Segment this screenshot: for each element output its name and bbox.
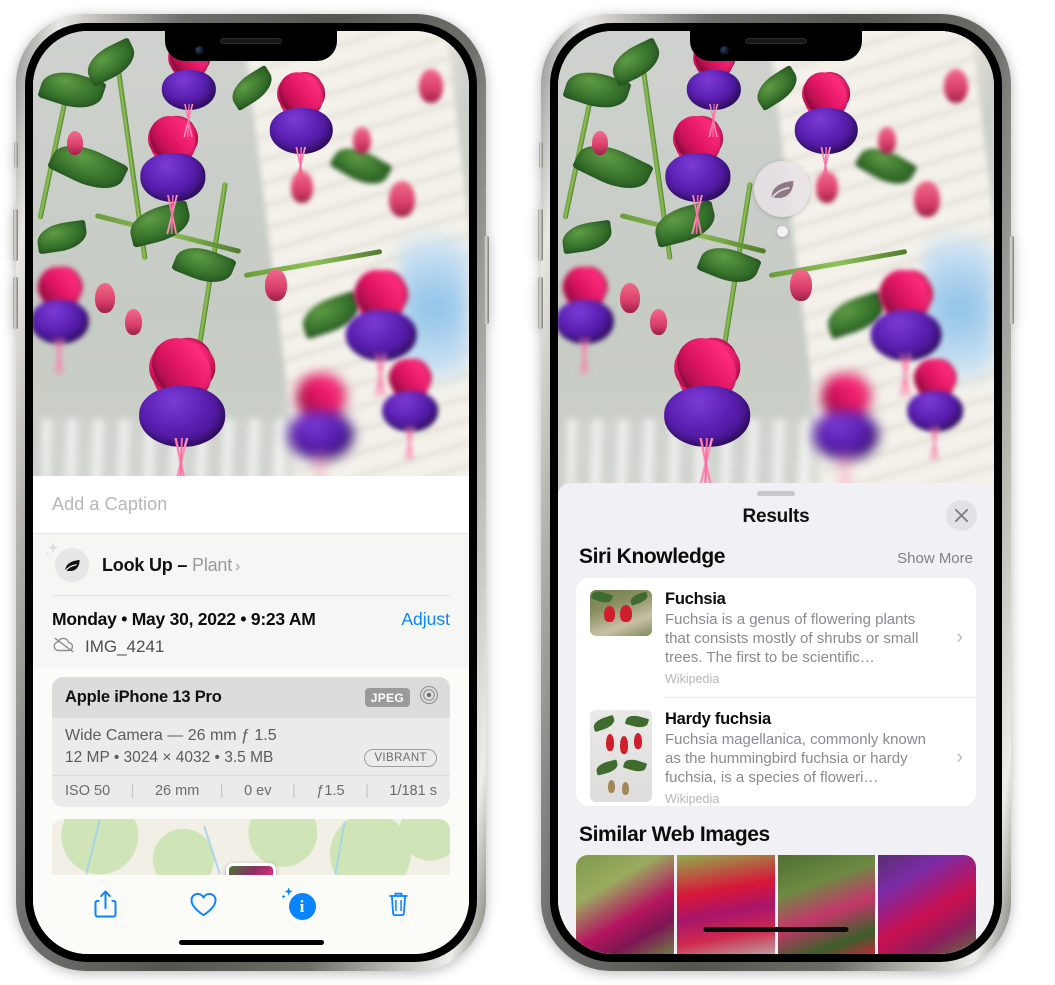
- trash-icon[interactable]: [387, 890, 410, 923]
- leaf-glyph: [771, 180, 793, 198]
- look-up-title: Look Up –: [102, 554, 193, 575]
- power-button[interactable]: [1009, 236, 1014, 324]
- screenshot-stage: Add a Caption Look Up – Plant › Monday •…: [0, 0, 1055, 985]
- show-more-button[interactable]: Show More: [897, 550, 973, 567]
- screen-right: Results Siri Knowledge Show More Fuchsia…: [558, 31, 994, 954]
- divider: |: [365, 783, 369, 799]
- knowledge-description: Fuchsia is a genus of flowering plants t…: [665, 610, 919, 666]
- exif-exposure: 0 ev: [244, 783, 272, 799]
- volume-up-button[interactable]: [538, 209, 543, 261]
- look-up-row[interactable]: Look Up – Plant ›: [33, 534, 469, 595]
- web-image-1[interactable]: [576, 854, 674, 954]
- knowledge-title: Hardy fuchsia: [665, 709, 771, 728]
- look-up-label: Look Up – Plant ›: [102, 555, 240, 576]
- list-item[interactable]: Fuchsia Fuchsia is a genus of flowering …: [576, 578, 976, 697]
- leaf-icon: [45, 542, 89, 582]
- close-icon: [954, 508, 969, 522]
- photo-metadata: Monday • May 30, 2022 • 9:23 AM Adjust I…: [33, 596, 469, 668]
- list-item[interactable]: Hardy fuchsia Fuchsia magellanica, commo…: [576, 698, 976, 806]
- web-image-4[interactable]: [878, 854, 976, 954]
- share-icon[interactable]: [93, 889, 118, 924]
- exif-body: Wide Camera — 26 mm ƒ 1.5 12 MP • 3024 ×…: [52, 718, 450, 775]
- similar-web-images-header: Similar Web Images: [558, 806, 994, 855]
- leaf-glyph: [64, 559, 80, 571]
- front-camera: [195, 46, 204, 55]
- iphone-left: Add a Caption Look Up – Plant › Monday •…: [13, 14, 489, 971]
- photo-toolbar: i: [33, 875, 469, 930]
- leaf-icon: [754, 161, 810, 217]
- exif-iso: ISO 50: [65, 783, 111, 799]
- home-indicator[interactable]: [178, 940, 324, 945]
- caption-input[interactable]: Add a Caption: [33, 476, 469, 533]
- results-header: Results: [558, 496, 994, 541]
- sparkles-icon: [280, 886, 296, 907]
- exif-settings-row: ISO 50 | 26 mm | 0 ev | ƒ1.5 | 1/181 s: [52, 775, 450, 807]
- exif-shutter: 1/181 s: [389, 783, 437, 799]
- divider: |: [219, 783, 224, 799]
- chevron-right-icon: ›: [956, 746, 963, 768]
- silent-switch[interactable]: [539, 142, 543, 168]
- format-badge: JPEG: [364, 688, 410, 707]
- knowledge-thumbnail: [590, 709, 652, 802]
- divider: |: [292, 783, 296, 799]
- web-image-3[interactable]: [777, 854, 876, 954]
- exif-specs-line: 12 MP • 3024 × 4032 • 3.5 MB: [65, 749, 274, 766]
- home-indicator[interactable]: [703, 927, 849, 932]
- exif-header: Apple iPhone 13 Pro JPEG: [52, 677, 450, 718]
- photo-filename: IMG_4241: [85, 637, 165, 656]
- map-photo-pin[interactable]: [226, 863, 276, 875]
- cloud-slash-icon: [52, 636, 76, 658]
- earpiece-speaker: [745, 38, 807, 44]
- photo-info-sheet: Add a Caption Look Up – Plant › Monday •…: [33, 476, 469, 954]
- volume-up-button[interactable]: [13, 209, 18, 261]
- visual-look-up-badge[interactable]: [754, 161, 810, 237]
- camera-device: Apple iPhone 13 Pro: [65, 688, 222, 706]
- knowledge-description: Fuchsia magellanica, commonly known as t…: [665, 730, 926, 786]
- exif-card: Apple iPhone 13 Pro JPEG Wide Camera — 2…: [52, 677, 450, 807]
- notch: [165, 31, 337, 61]
- look-up-anchor-dot: [776, 226, 788, 237]
- web-image-2[interactable]: [676, 854, 775, 954]
- device-bezel: Results Siri Knowledge Show More Fuchsia…: [550, 23, 1002, 962]
- chevron-right-icon: ›: [235, 557, 241, 575]
- caption-placeholder: Add a Caption: [52, 494, 168, 514]
- knowledge-thumbnail: [590, 589, 652, 636]
- volume-down-button[interactable]: [13, 277, 18, 329]
- front-camera: [720, 46, 729, 55]
- divider: |: [130, 783, 135, 799]
- info-icon[interactable]: i: [280, 887, 316, 920]
- results-title: Results: [742, 505, 810, 527]
- exif-lens-line: Wide Camera — 26 mm ƒ 1.5: [65, 727, 277, 744]
- section-title: Siri Knowledge: [579, 544, 726, 568]
- device-bezel: Add a Caption Look Up – Plant › Monday •…: [25, 23, 477, 962]
- adjust-button[interactable]: Adjust: [401, 609, 450, 630]
- screen-left: Add a Caption Look Up – Plant › Monday •…: [33, 31, 469, 954]
- earpiece-speaker: [220, 38, 282, 44]
- style-badge: VIBRANT: [364, 749, 437, 767]
- knowledge-title: Fuchsia: [665, 589, 726, 608]
- location-map[interactable]: [52, 819, 450, 875]
- exif-aperture: ƒ1.5: [316, 783, 345, 799]
- similar-web-images-strip[interactable]: [576, 854, 976, 954]
- notch: [690, 31, 862, 61]
- silent-switch[interactable]: [14, 142, 18, 168]
- volume-down-button[interactable]: [538, 277, 543, 329]
- iphone-right: Results Siri Knowledge Show More Fuchsia…: [538, 14, 1014, 971]
- siri-knowledge-cards: Fuchsia Fuchsia is a genus of flowering …: [576, 577, 976, 806]
- siri-knowledge-header: Siri Knowledge Show More: [558, 541, 994, 578]
- chevron-right-icon: ›: [956, 626, 963, 648]
- section-title: Similar Web Images: [579, 822, 770, 846]
- power-button[interactable]: [484, 236, 489, 324]
- exif-focal: 26 mm: [154, 783, 200, 799]
- heart-icon[interactable]: [189, 891, 218, 923]
- knowledge-source: Wikipedia: [665, 671, 720, 686]
- close-button[interactable]: [946, 499, 977, 531]
- knowledge-source: Wikipedia: [665, 792, 720, 806]
- results-sheet: Results Siri Knowledge Show More Fuchsia…: [558, 483, 994, 954]
- info-badge: i: [280, 887, 316, 920]
- photo-date: Monday • May 30, 2022 • 9:23 AM: [52, 609, 316, 629]
- look-up-subject: Plant: [192, 554, 233, 575]
- sparkles-icon: [44, 541, 64, 561]
- lens-icon: [419, 685, 439, 710]
